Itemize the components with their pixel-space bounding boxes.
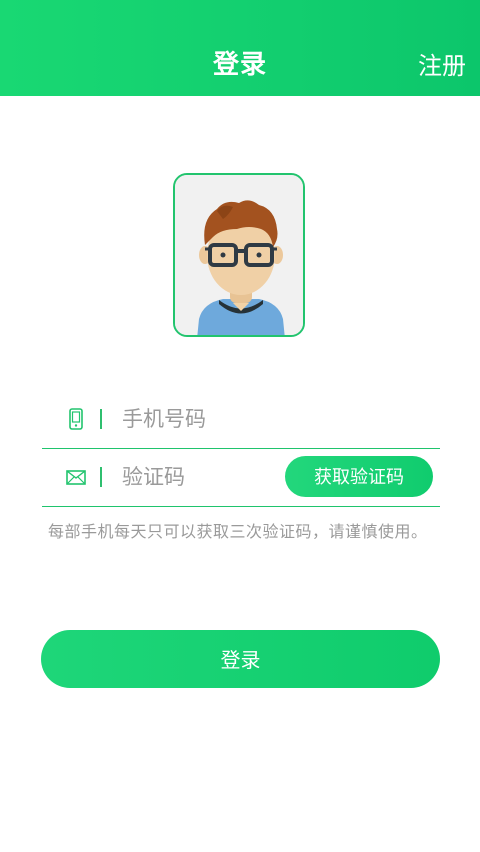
avatar-illustration (175, 175, 303, 335)
phone-input[interactable] (122, 402, 322, 436)
top-app-bar: 登录 注册 (0, 0, 480, 96)
code-row: 获取验证码 (42, 448, 440, 507)
avatar (173, 173, 305, 337)
login-button[interactable]: 登录 (41, 630, 440, 688)
field-divider (100, 467, 102, 487)
mail-icon (66, 470, 86, 485)
phone-icon (69, 408, 83, 430)
register-link[interactable]: 注册 (418, 46, 466, 81)
sms-limit-notice: 每部手机每天只可以获取三次验证码，请谨慎使用。 (48, 522, 428, 541)
field-divider (100, 409, 102, 429)
get-code-button[interactable]: 获取验证码 (285, 456, 433, 497)
page-title: 登录 (212, 50, 267, 80)
phone-row (42, 390, 440, 449)
